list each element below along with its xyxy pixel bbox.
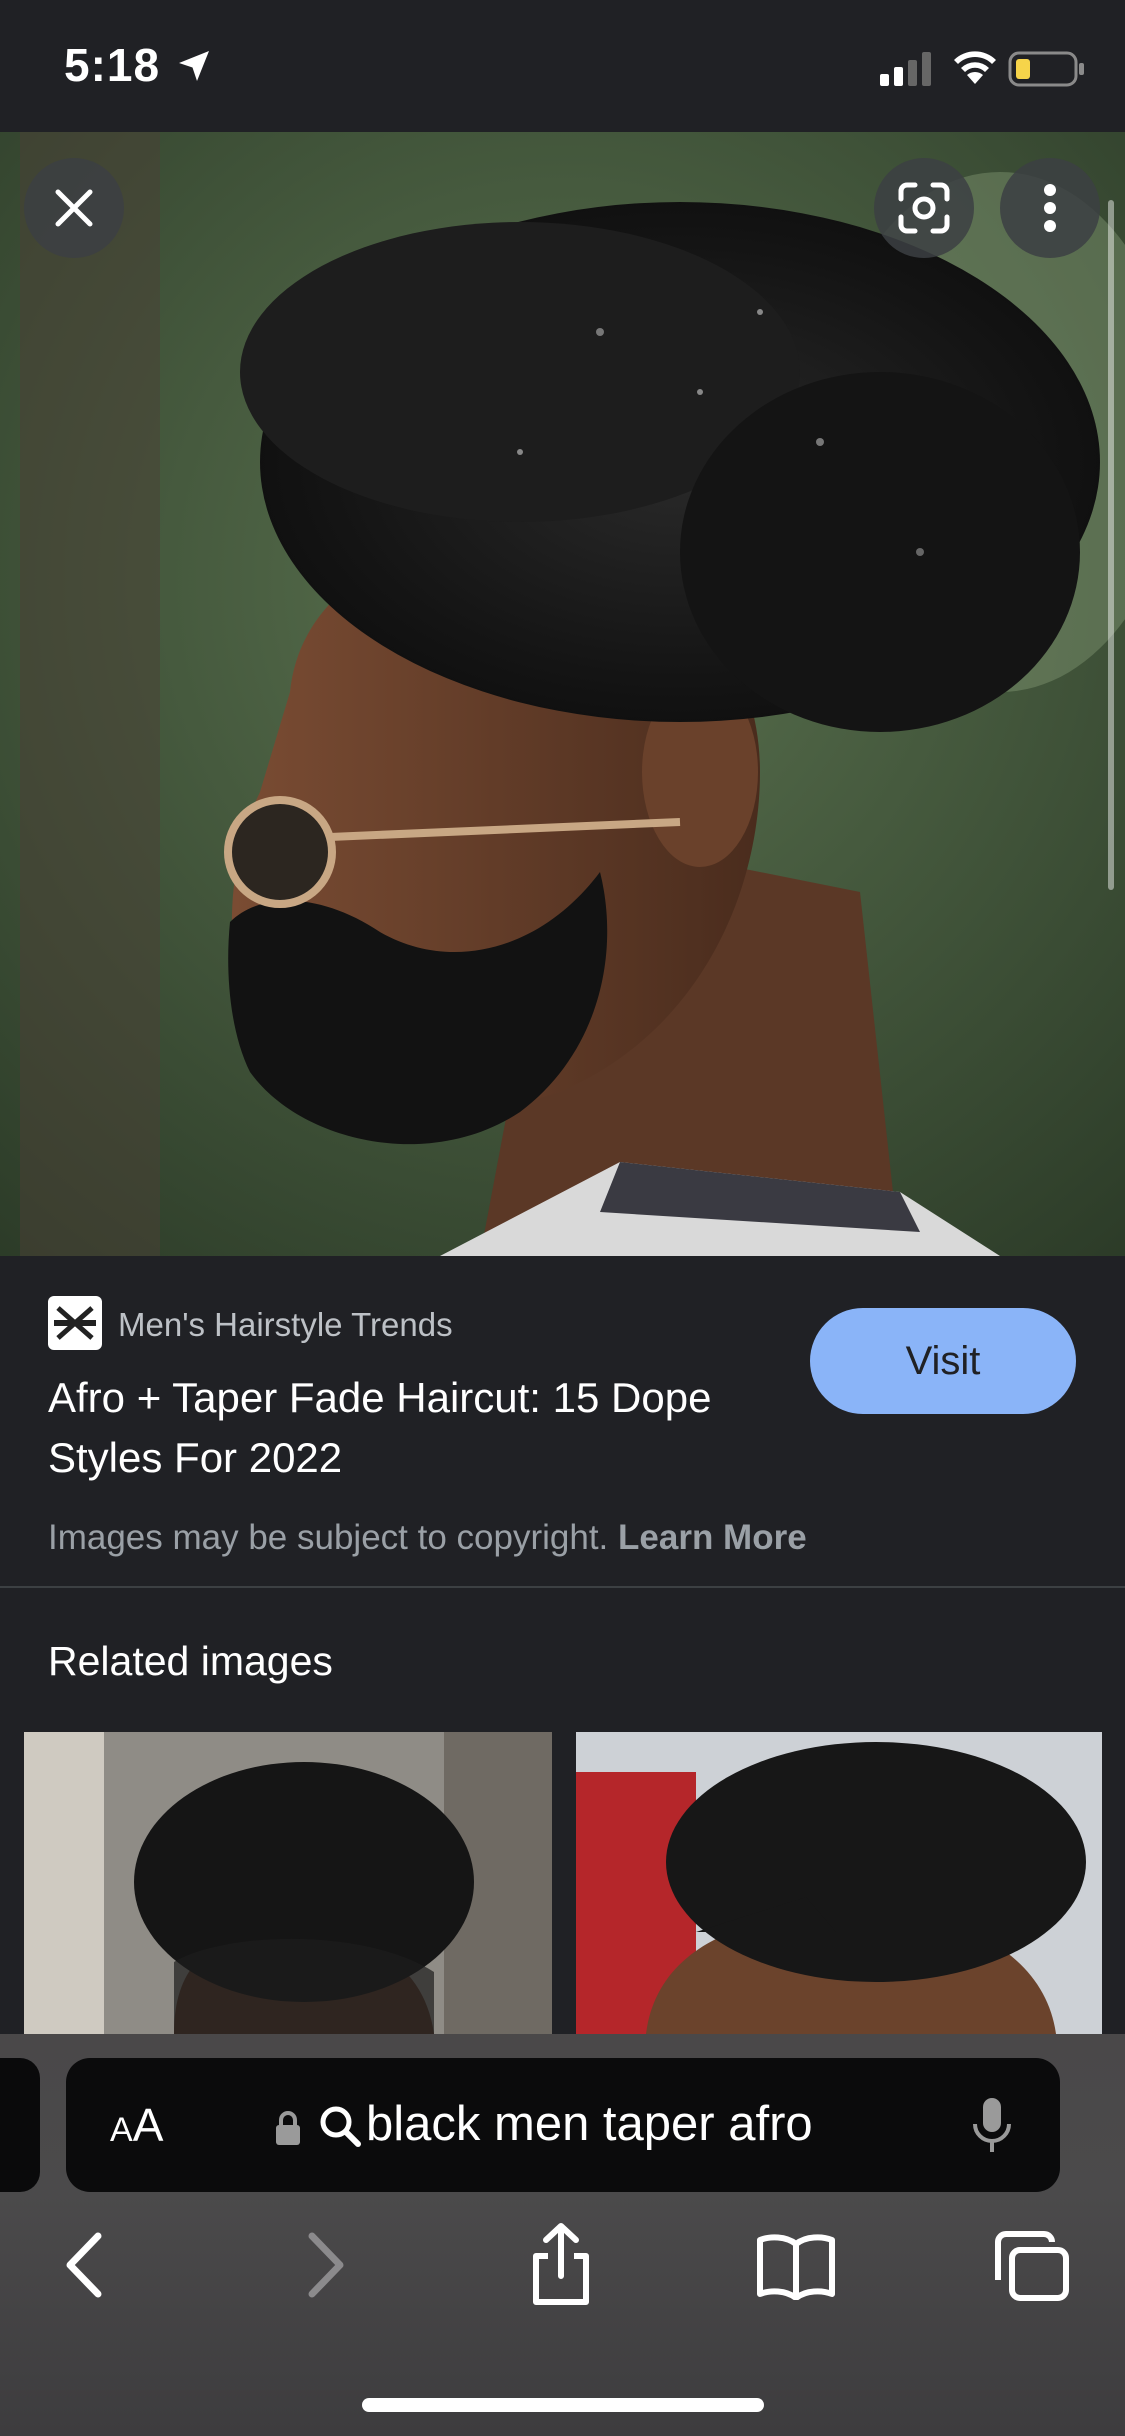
status-time: 5:18 <box>64 39 161 91</box>
wifi-icon <box>954 51 996 84</box>
chevron-right-icon[interactable] <box>300 2230 350 2300</box>
hero-image[interactable] <box>0 132 1125 1256</box>
image-scroll-indicator[interactable] <box>1108 200 1114 890</box>
lock-icon <box>276 2111 300 2145</box>
aa-large: A <box>132 2099 164 2151</box>
google-lens-icon <box>898 182 950 234</box>
book-icon[interactable] <box>756 2230 836 2300</box>
divider <box>0 1586 1125 1588</box>
home-indicator[interactable] <box>362 2398 764 2412</box>
close-button[interactable] <box>24 158 124 258</box>
previous-tab-peek[interactable] <box>0 2058 40 2192</box>
learn-more-link[interactable]: Learn More <box>618 1518 807 1557</box>
aa-small: A <box>110 2111 133 2149</box>
google-lens-button[interactable] <box>874 158 974 258</box>
related-image-2[interactable] <box>576 1732 1102 2034</box>
source-logo <box>48 1296 102 1350</box>
search-icon <box>320 2106 361 2147</box>
cellular-signal-icon <box>880 52 931 86</box>
share-icon[interactable] <box>526 2222 596 2306</box>
tabs-icon[interactable] <box>992 2230 1070 2302</box>
more-options-button[interactable] <box>1000 158 1100 258</box>
copyright-notice: Images may be subject to copyright. Lear… <box>48 1518 807 1558</box>
result-title[interactable]: Afro + Taper Fade Haircut: 15 Dope Style… <box>48 1368 788 1488</box>
copyright-text: Images may be subject to copyright. <box>48 1518 609 1557</box>
battery-icon <box>1008 51 1084 87</box>
related-images-heading: Related images <box>48 1638 333 1684</box>
address-text[interactable]: black men taper afro <box>366 2096 813 2152</box>
related-image-1[interactable] <box>24 1732 552 2034</box>
location-arrow-icon <box>179 51 209 81</box>
page-settings-button[interactable]: AA <box>110 2098 163 2152</box>
chevron-left-icon[interactable] <box>60 2230 110 2300</box>
more-vert-icon <box>1044 184 1056 232</box>
hero-photo <box>0 132 1125 1256</box>
microphone-icon[interactable] <box>970 2096 1014 2156</box>
source-name[interactable]: Men's Hairstyle Trends <box>118 1306 453 1344</box>
close-icon <box>55 189 93 227</box>
visit-button[interactable]: Visit <box>810 1308 1076 1414</box>
